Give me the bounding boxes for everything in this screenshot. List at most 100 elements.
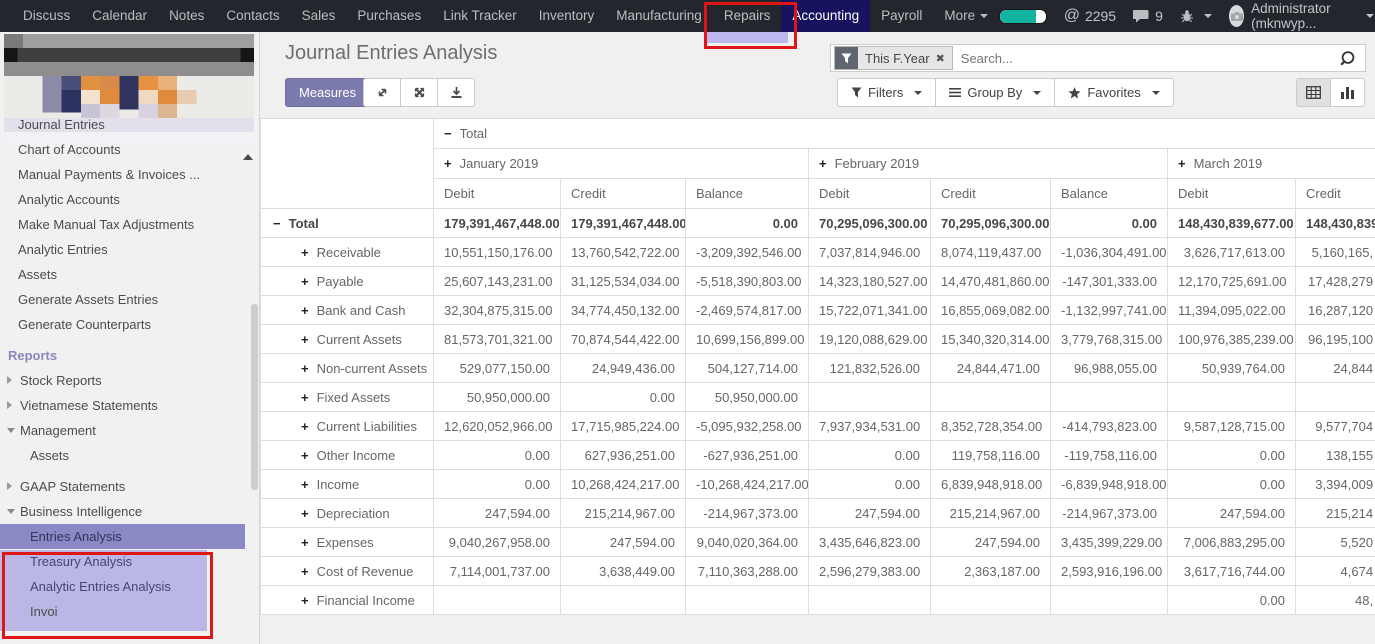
pivot-row-label[interactable]: +Payable xyxy=(261,267,434,296)
nav-item-inventory[interactable]: Inventory xyxy=(528,0,606,32)
expand-plus-icon[interactable]: + xyxy=(444,156,452,171)
download-button[interactable] xyxy=(438,79,474,106)
nav-item-accounting[interactable]: Accounting xyxy=(781,0,870,32)
sidebar-item-analytic-entries[interactable]: Analytic Entries xyxy=(0,237,259,262)
pivot-header-total[interactable]: −Total xyxy=(434,119,1375,149)
sidebar-scroll-up-icon[interactable] xyxy=(243,154,253,160)
chevron-right-icon[interactable] xyxy=(7,401,12,409)
expand-plus-icon[interactable]: + xyxy=(301,448,309,463)
expand-plus-icon[interactable]: + xyxy=(301,419,309,434)
graph-view-button[interactable] xyxy=(1330,78,1365,107)
expand-button[interactable] xyxy=(364,79,401,106)
expand-plus-icon[interactable]: + xyxy=(301,477,309,492)
pivot-row-label[interactable]: +Current Liabilities xyxy=(261,412,434,441)
pivot-row-label[interactable]: +Expenses xyxy=(261,528,434,557)
nav-item-link-tracker[interactable]: Link Tracker xyxy=(432,0,528,32)
pivot-measure-debit[interactable]: Debit xyxy=(809,179,931,209)
facet-remove-icon[interactable]: ✖ xyxy=(936,52,945,65)
nav-item-notes[interactable]: Notes xyxy=(158,0,215,32)
pivot-header-month-march-2019[interactable]: +March 2019 xyxy=(1168,149,1375,179)
debug-menu[interactable] xyxy=(1180,9,1212,23)
sidebar-item-assets[interactable]: Assets xyxy=(0,262,259,287)
sidebar-item-analytic-accounts[interactable]: Analytic Accounts xyxy=(0,187,259,212)
sidebar-item-generate-counterparts[interactable]: Generate Counterparts xyxy=(0,312,259,337)
sidebar-item-generate-assets-entries[interactable]: Generate Assets Entries xyxy=(0,287,259,312)
sidebar-item-entries-analysis[interactable]: Entries Analysis xyxy=(0,524,245,549)
chat-counter[interactable]: 9 xyxy=(1133,8,1163,24)
pivot-row-label[interactable]: +Financial Income xyxy=(261,586,434,615)
sidebar-scrollbar[interactable] xyxy=(251,304,258,490)
chevron-right-icon[interactable] xyxy=(7,482,12,490)
pivot-view-button[interactable] xyxy=(1296,78,1331,107)
expand-plus-icon[interactable]: + xyxy=(301,274,309,289)
pivot-row-label[interactable]: +Receivable xyxy=(261,238,434,267)
collapse-icon[interactable]: − xyxy=(444,126,452,141)
nav-item-purchases[interactable]: Purchases xyxy=(346,0,432,32)
pivot-measure-credit[interactable]: Credit xyxy=(561,179,686,209)
nav-item-repairs[interactable]: Repairs xyxy=(713,0,782,32)
favorites-button[interactable]: Favorites xyxy=(1054,78,1173,107)
sidebar-item-vietnamese-statements[interactable]: Vietnamese Statements xyxy=(0,393,259,418)
chevron-down-icon[interactable] xyxy=(7,428,15,433)
nav-item-calendar[interactable]: Calendar xyxy=(81,0,158,32)
nav-item-payroll[interactable]: Payroll xyxy=(870,0,933,32)
pivot-row-label[interactable]: +Depreciation xyxy=(261,499,434,528)
sidebar-item-manual-payments-invoices[interactable]: Manual Payments & Invoices ... xyxy=(0,162,259,187)
pivot-row-label[interactable]: +Cost of Revenue xyxy=(261,557,434,586)
chevron-right-icon[interactable] xyxy=(7,376,12,384)
pivot-row-label[interactable]: +Income xyxy=(261,470,434,499)
expand-plus-icon[interactable]: + xyxy=(301,303,309,318)
nav-item-contacts[interactable]: Contacts xyxy=(215,0,290,32)
expand-plus-icon[interactable]: + xyxy=(1178,156,1186,171)
expand-plus-icon[interactable]: + xyxy=(819,156,827,171)
expand-plus-icon[interactable]: + xyxy=(301,506,309,521)
nav-item-manufacturing[interactable]: Manufacturing xyxy=(605,0,713,32)
pivot-header-month-january-2019[interactable]: +January 2019 xyxy=(434,149,809,179)
sidebar-item-journal-entries[interactable]: Journal Entries xyxy=(0,112,259,137)
sidebar-item-analytic-entries-analysis[interactable]: Analytic Entries Analysis xyxy=(0,574,207,599)
nav-item-discuss[interactable]: Discuss xyxy=(12,0,81,32)
sidebar-item-invoi[interactable]: Invoi xyxy=(0,599,259,624)
expand-plus-icon[interactable]: + xyxy=(301,593,309,608)
expand-plus-icon[interactable]: + xyxy=(301,535,309,550)
pivot-header-month-february-2019[interactable]: +February 2019 xyxy=(809,149,1168,179)
sidebar-item-assets[interactable]: Assets xyxy=(0,443,259,468)
sidebar-item-stock-reports[interactable]: Stock Reports xyxy=(0,368,259,393)
nav-item-more[interactable]: More xyxy=(933,0,999,32)
pivot-row-label[interactable]: −Total xyxy=(261,209,434,238)
expand-plus-icon[interactable]: + xyxy=(301,245,309,260)
pivot-row-label[interactable]: +Fixed Assets xyxy=(261,383,434,412)
pivot-measure-balance[interactable]: Balance xyxy=(1051,179,1168,209)
expand-plus-icon[interactable]: + xyxy=(301,361,309,376)
pivot-measure-balance[interactable]: Balance xyxy=(686,179,809,209)
filter-facet[interactable]: This F.Year ✖ xyxy=(834,46,953,70)
search-icon[interactable] xyxy=(1339,50,1356,67)
sidebar-item-make-manual-tax-adjustments[interactable]: Make Manual Tax Adjustments xyxy=(0,212,259,237)
sidebar-item-business-intelligence[interactable]: Business Intelligence xyxy=(0,499,259,524)
flip-axes-button[interactable] xyxy=(401,79,438,106)
pivot-measure-credit[interactable]: Credit xyxy=(931,179,1051,209)
pivot-measure-debit[interactable]: Debit xyxy=(434,179,561,209)
collapse-icon[interactable]: − xyxy=(273,216,281,231)
pivot-measure-credit[interactable]: Credit xyxy=(1296,179,1375,209)
search-input[interactable] xyxy=(953,50,1339,67)
groupby-button[interactable]: Group By xyxy=(935,78,1055,107)
pivot-row-label[interactable]: +Bank and Cash xyxy=(261,296,434,325)
expand-plus-icon[interactable]: + xyxy=(301,390,309,405)
sidebar-item-treasury-analysis[interactable]: Treasury Analysis xyxy=(0,549,207,574)
pivot-row-label[interactable]: +Non-current Assets xyxy=(261,354,434,383)
chevron-down-icon[interactable] xyxy=(7,509,15,514)
pivot-measure-debit[interactable]: Debit xyxy=(1168,179,1296,209)
sidebar-item-management[interactable]: Management xyxy=(0,418,259,443)
mention-counter[interactable]: @ 2295 xyxy=(1064,7,1116,25)
pivot-row-label[interactable]: +Other Income xyxy=(261,441,434,470)
user-menu[interactable]: Administrator (mknwyp... xyxy=(1229,1,1374,31)
filters-button[interactable]: Filters xyxy=(837,78,936,107)
sidebar-item-gaap-statements[interactable]: GAAP Statements xyxy=(0,474,259,499)
expand-plus-icon[interactable]: + xyxy=(301,332,309,347)
progress-indicator[interactable] xyxy=(999,9,1047,24)
expand-plus-icon[interactable]: + xyxy=(301,564,309,579)
pivot-row-label[interactable]: +Current Assets xyxy=(261,325,434,354)
nav-item-sales[interactable]: Sales xyxy=(291,0,347,32)
sidebar-item-chart-of-accounts[interactable]: Chart of Accounts xyxy=(0,137,259,162)
